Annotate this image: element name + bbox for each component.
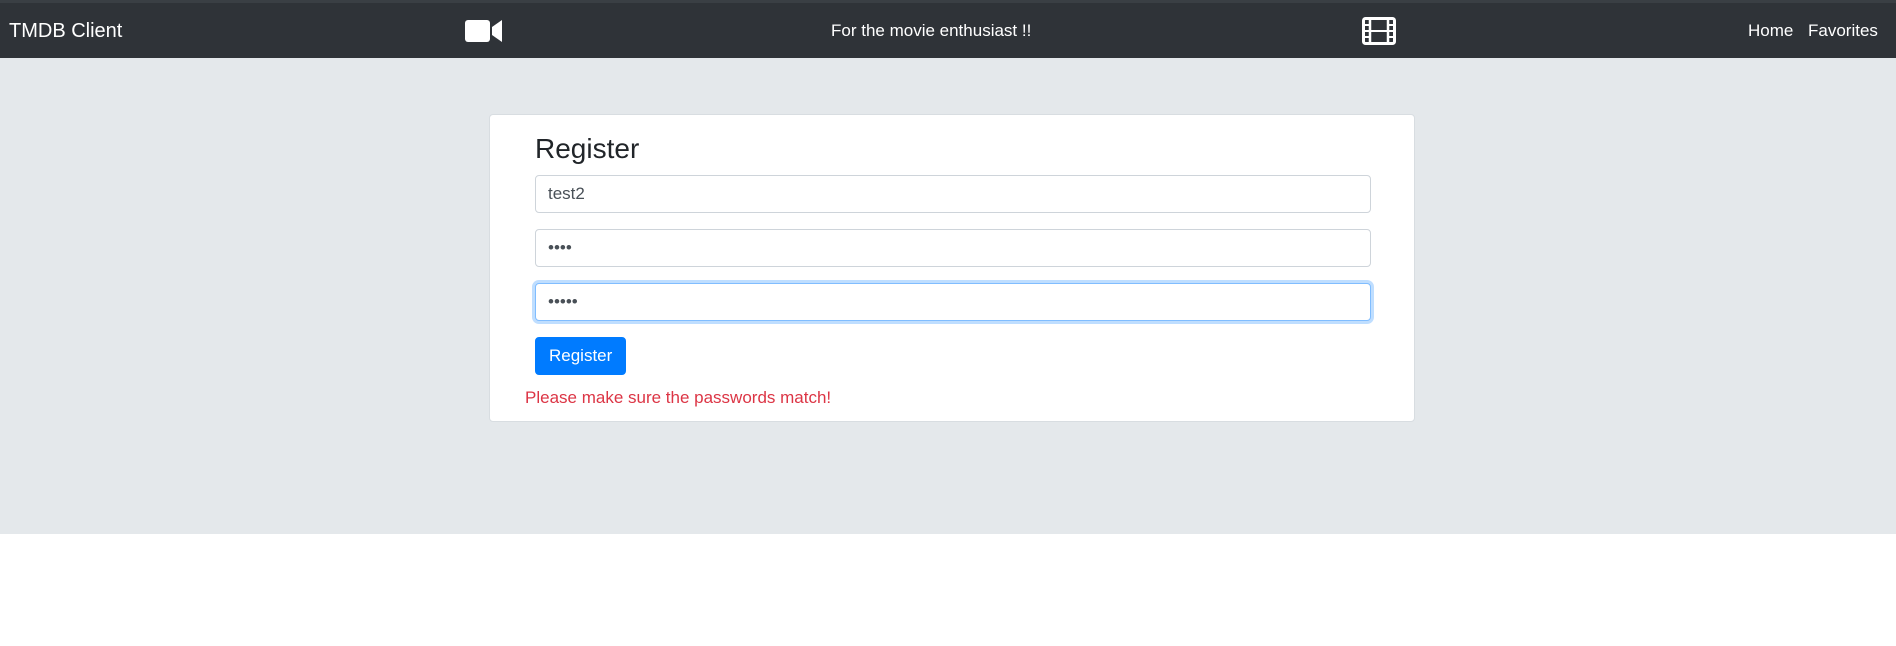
register-button[interactable]: Register [535, 337, 627, 375]
film-strip-icon [1362, 17, 1396, 45]
register-title: Register [535, 133, 640, 164]
video-camera-icon [465, 20, 502, 42]
page-background: Register Register Please make sure the p… [0, 58, 1896, 534]
username-input[interactable] [535, 175, 1371, 213]
password-mismatch-error: Please make sure the passwords match! [525, 388, 832, 407]
nav-favorites-link[interactable]: Favorites [1808, 3, 1878, 61]
password-input[interactable] [535, 229, 1371, 267]
brand-link[interactable]: TMDB Client [9, 3, 122, 61]
nav-home-link[interactable]: Home [1748, 3, 1793, 61]
register-card: Register Register Please make sure the p… [489, 114, 1415, 422]
navbar-tagline: For the movie enthusiast !! [831, 21, 1032, 40]
top-navbar: TMDB Client For the movie enthusiast !! … [0, 0, 1896, 58]
confirm-password-input[interactable] [535, 283, 1371, 321]
